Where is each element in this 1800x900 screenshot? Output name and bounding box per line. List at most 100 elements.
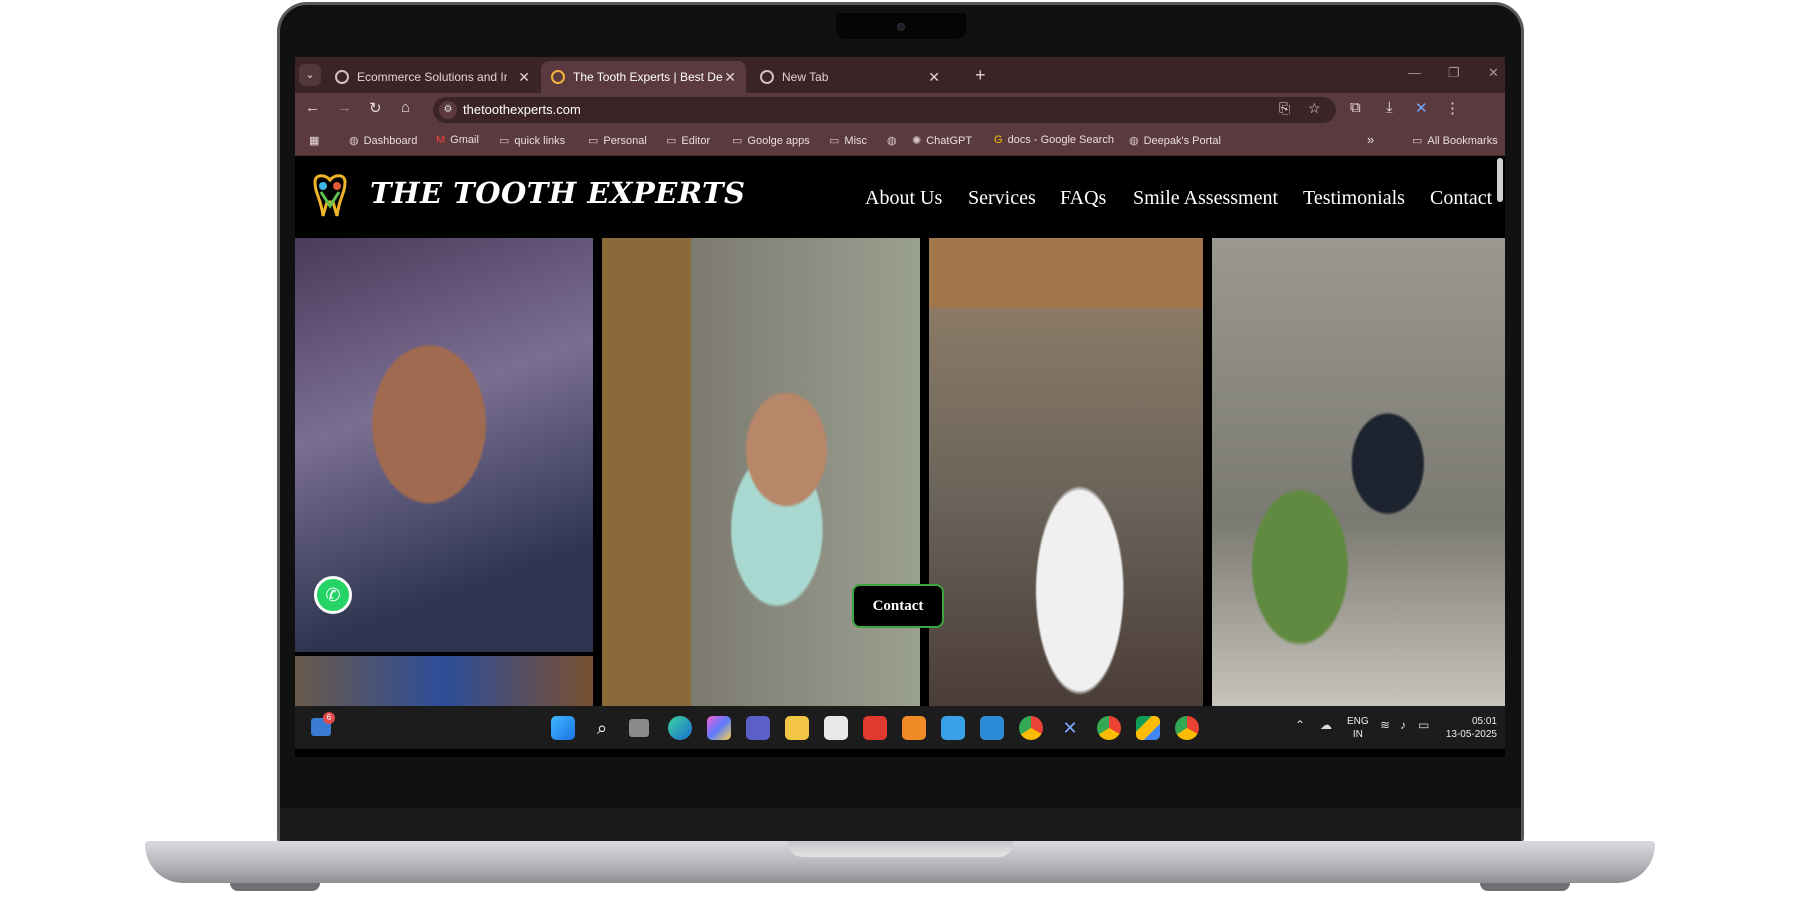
bookmark-editor[interactable]: ▭ Editor	[666, 134, 710, 147]
bookmark-quick-links[interactable]: ▭ quick links	[499, 134, 565, 147]
globe-icon: ◍	[1129, 135, 1139, 147]
close-icon[interactable]: ✕	[518, 61, 530, 93]
bookmark-star-icon[interactable]: ☆	[1308, 100, 1321, 117]
bookmark-label: Deepak's Portal	[1143, 135, 1221, 147]
chrome-icon	[760, 70, 774, 84]
folder-icon: ▭	[1412, 135, 1423, 147]
tab-label: New Tab	[782, 70, 829, 84]
wifi-icon[interactable]: ≋	[1380, 718, 1390, 732]
chevron-up-icon[interactable]: ⌃	[1295, 718, 1305, 732]
bookmark-gmail[interactable]: M Gmail	[436, 134, 479, 146]
nav-services[interactable]: Services	[968, 187, 1036, 210]
globe-icon: ◍	[349, 135, 359, 147]
reload-icon[interactable]: ↻	[369, 99, 382, 117]
close-icon[interactable]: ✕	[724, 61, 736, 93]
bookmark-dashboard[interactable]: ◍ Dashboard	[349, 134, 417, 147]
google-drive-icon[interactable]	[1136, 716, 1160, 740]
apps-grid-icon[interactable]: ▦	[309, 134, 319, 147]
install-app-icon[interactable]: ⎘	[1279, 100, 1290, 117]
bookmark-google-apps[interactable]: ▭ Goolge apps	[732, 134, 810, 147]
minimize-icon[interactable]: —	[1408, 65, 1421, 80]
chrome-secondary-icon[interactable]	[1175, 716, 1199, 740]
copilot-icon[interactable]	[707, 716, 731, 740]
tab-label: Ecommerce Solutions and Integ	[357, 70, 507, 84]
todoist-icon[interactable]	[863, 716, 887, 740]
tab-new-tab[interactable]: New Tab ✕	[750, 61, 950, 93]
tab-tooth-experts[interactable]: The Tooth Experts | Best Dental ✕	[541, 61, 746, 93]
nav-testimonials[interactable]: Testimonials	[1303, 187, 1405, 210]
battery-icon[interactable]: ▭	[1418, 718, 1429, 732]
download-icon[interactable]: ⤓	[1386, 99, 1393, 116]
home-icon[interactable]: ⌂	[401, 99, 410, 116]
all-bookmarks-button[interactable]: ▭ All Bookmarks	[1412, 134, 1498, 147]
search-icon[interactable]: ⌕	[590, 716, 614, 740]
bookmark-docs-google-search[interactable]: Gdocs - Google Search	[994, 134, 1114, 146]
tab-search-button[interactable]: ⌄	[299, 64, 321, 86]
clock[interactable]: 05:01 13-05-2025	[1435, 715, 1497, 741]
nav-contact[interactable]: Contact	[1430, 187, 1492, 210]
bookmark-label: Gmail	[450, 134, 479, 146]
camera-icon	[896, 23, 905, 31]
gallery-photo-partial	[295, 656, 593, 706]
address-bar[interactable]: ⚙ thetoothexperts.com ⎘ ☆	[433, 97, 1336, 123]
forward-icon[interactable]: →	[337, 99, 352, 116]
notepad-icon[interactable]	[941, 716, 965, 740]
close-window-icon[interactable]: ✕	[1488, 65, 1499, 81]
screen: ⌄ Ecommerce Solutions and Integ ✕ The To…	[295, 57, 1505, 757]
nav-smile-assessment[interactable]: Smile Assessment	[1133, 187, 1278, 210]
bookmark-misc[interactable]: ▭ Misc	[829, 134, 867, 147]
nav-about-us[interactable]: About Us	[865, 187, 942, 210]
vscode-icon[interactable]	[980, 716, 1004, 740]
menu-kebab-icon[interactable]: ⋮	[1445, 99, 1460, 117]
tab-label: The Tooth Experts | Best Dental	[573, 70, 723, 84]
store-icon[interactable]	[824, 716, 848, 740]
task-view-icon[interactable]	[629, 719, 649, 737]
back-icon[interactable]: ←	[305, 99, 320, 116]
laptop-bottom-bezel	[280, 808, 1521, 842]
nav-faqs[interactable]: FAQs	[1060, 187, 1106, 210]
gmail-icon: M	[436, 134, 446, 146]
restore-icon[interactable]: ❐	[1448, 65, 1460, 81]
folder-icon: ▭	[588, 135, 599, 147]
extension-app-icon[interactable]: ✕	[1058, 716, 1082, 740]
file-explorer-icon[interactable]	[785, 716, 809, 740]
extension-icon[interactable]: ✕	[1415, 99, 1428, 117]
google-icon: G	[994, 134, 1003, 146]
windows-taskbar: 6 ⌕ ✕ ⌃ ☁ ENG IN ≋ ♪ ▭ 05:01 13-05-2025	[295, 706, 1505, 749]
clock-date: 13-05-2025	[1445, 729, 1497, 740]
bookmark-label: quick links	[514, 135, 566, 147]
folder-icon: ▭	[829, 135, 840, 147]
input-language[interactable]: ENG IN	[1347, 715, 1369, 741]
laptop-foot-right	[1480, 883, 1570, 891]
bookmarks-overflow-button[interactable]: »	[1367, 132, 1374, 147]
edge-icon[interactable]	[668, 716, 692, 740]
browser-toolbar: ← → ↻ ⌂ ⚙ thetoothexperts.com ⎘ ☆ ⧉ ⤓ ✕ …	[295, 93, 1505, 126]
save-app-icon[interactable]	[746, 716, 770, 740]
all-bookmarks-label: All Bookmarks	[1427, 135, 1498, 147]
chrome-icon[interactable]	[1019, 716, 1043, 740]
extensions-icon[interactable]: ⧉	[1350, 99, 1361, 116]
bookmark-personal[interactable]: ▭ Personal	[588, 134, 647, 147]
xampp-icon[interactable]	[902, 716, 926, 740]
clock-time: 05:01	[1471, 716, 1497, 727]
site-info-icon[interactable]: ⚙	[439, 101, 457, 119]
page-scrollbar[interactable]	[1497, 158, 1503, 202]
floating-contact-button[interactable]: Contact	[852, 584, 944, 628]
bookmark-globe[interactable]: ◍	[887, 134, 902, 147]
bookmark-label: docs - Google Search	[1007, 134, 1114, 146]
gallery-photo-boy-with-toy	[1212, 238, 1505, 706]
laptop-base	[145, 841, 1655, 883]
volume-icon[interactable]: ♪	[1400, 718, 1406, 732]
tooth-logo-icon[interactable]	[309, 172, 351, 218]
folder-icon: ▭	[666, 135, 677, 147]
cloud-icon[interactable]: ☁	[1320, 718, 1332, 732]
whatsapp-icon[interactable]: ✆	[314, 576, 352, 614]
windows-start-icon[interactable]	[551, 716, 575, 740]
close-icon[interactable]: ✕	[928, 61, 940, 93]
new-tab-button[interactable]: +	[975, 65, 986, 86]
chrome-profile-icon[interactable]	[1097, 716, 1121, 740]
bookmark-chatgpt[interactable]: ✺ ChatGPT	[912, 134, 972, 147]
site-brand-name[interactable]: THE TOOTH EXPERTS	[370, 176, 746, 210]
bookmark-deepaks-portal[interactable]: ◍ Deepak's Portal	[1129, 134, 1221, 147]
tab-ecommerce[interactable]: Ecommerce Solutions and Integ ✕	[325, 61, 540, 93]
